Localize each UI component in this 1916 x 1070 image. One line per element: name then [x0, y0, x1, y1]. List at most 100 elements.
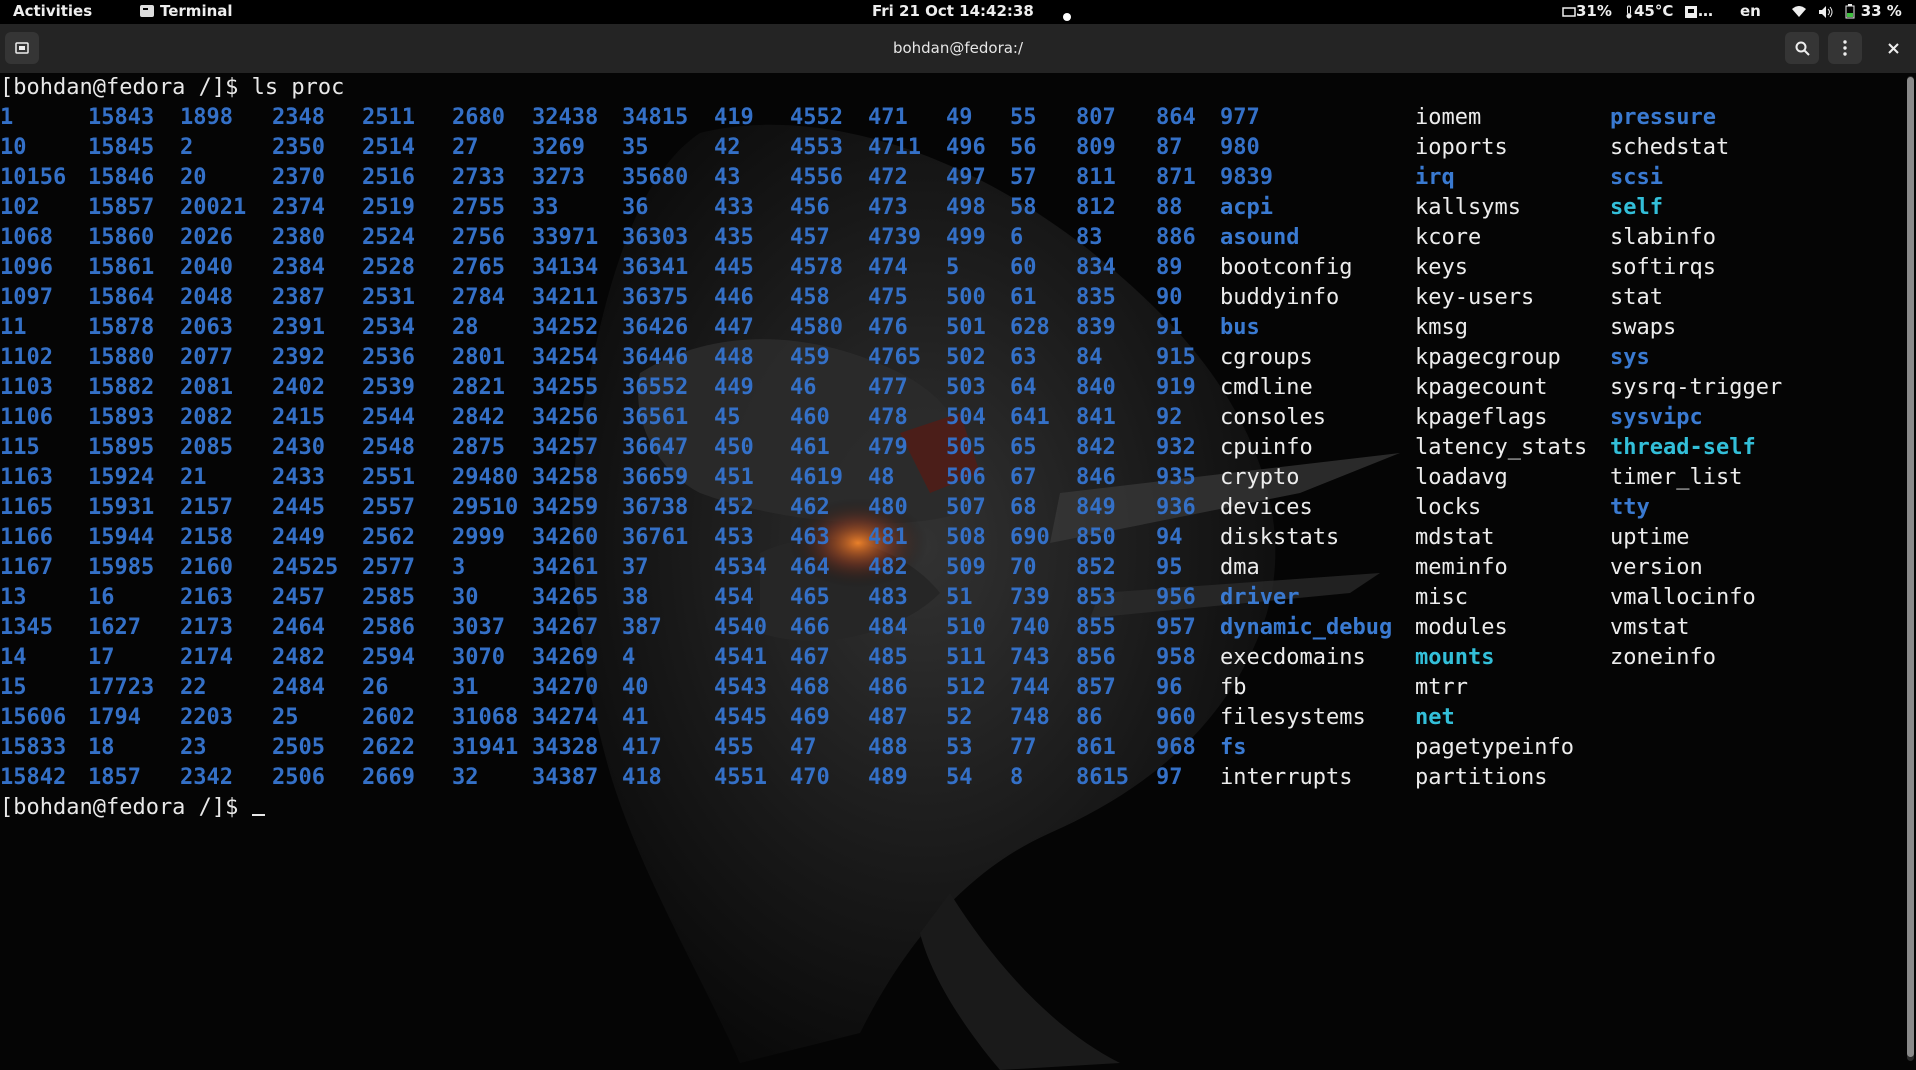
notification-dot-icon: [1063, 7, 1071, 25]
cpu-indicator[interactable]: 31%: [1562, 2, 1612, 20]
proc-entry: 15985: [88, 555, 155, 580]
prompt-line[interactable]: [bohdan@fedora /]$: [0, 793, 265, 823]
terminal-view[interactable]: [bohdan@fedora /]$ ls proc 1 10 10156 102 106…: [0, 73, 1916, 1070]
proc-entry: 456: [790, 195, 830, 220]
proc-entry: 484: [868, 615, 908, 640]
proc-entry: 419: [714, 105, 754, 130]
proc-entry: 460: [790, 405, 830, 430]
proc-entry: 501: [946, 315, 986, 340]
proc-entry: 41: [622, 705, 649, 730]
proc-entry: 35680: [622, 165, 689, 190]
proc-entry: 61: [1010, 285, 1037, 310]
proc-entry: 4578: [790, 255, 843, 280]
proc-entry: 487: [868, 705, 908, 730]
proc-entry: 864: [1156, 105, 1196, 130]
proc-entry: 458: [790, 285, 830, 310]
proc-entry: 473: [868, 195, 908, 220]
proc-entry: 34261: [532, 555, 599, 580]
menu-button[interactable]: [1828, 32, 1862, 64]
scrollbar-thumb[interactable]: [1907, 77, 1914, 1057]
proc-entry: 86: [1076, 705, 1103, 730]
proc-entry: 2999: [452, 525, 505, 550]
proc-entry: 43: [714, 165, 741, 190]
proc-entry: 936: [1156, 495, 1196, 520]
proc-entry: 470: [790, 765, 830, 790]
activities-button[interactable]: Activities: [13, 2, 92, 20]
proc-entry: 36552: [622, 375, 689, 400]
proc-entry: 4543: [714, 675, 767, 700]
proc-entry: 861: [1076, 735, 1116, 760]
proc-entry: 463: [790, 525, 830, 550]
proc-entry: 27: [452, 135, 479, 160]
proc-entry: 502: [946, 345, 986, 370]
proc-entry: key-users: [1415, 285, 1535, 310]
proc-entry: 29510: [452, 495, 519, 520]
proc-entry: 15944: [88, 525, 155, 550]
proc-entry: 36: [622, 195, 649, 220]
proc-entry: 88: [1156, 195, 1183, 220]
proc-entry: 34387: [532, 765, 599, 790]
proc-entry: 2821: [452, 375, 505, 400]
proc-entry: 935: [1156, 465, 1196, 490]
proc-entry: 2528: [362, 255, 415, 280]
proc-entry: pagetypeinfo: [1415, 735, 1574, 760]
proc-entry: 15833: [0, 735, 67, 760]
proc-entry: 488: [868, 735, 908, 760]
disk-indicator[interactable]: …: [1684, 2, 1713, 20]
proc-entry: 34270: [532, 675, 599, 700]
proc-entry: 3269: [532, 135, 585, 160]
proc-entry: 35: [622, 135, 649, 160]
proc-entry: 455: [714, 735, 754, 760]
close-button[interactable]: [1876, 32, 1910, 64]
proc-entry: 4545: [714, 705, 767, 730]
proc-entry: net: [1415, 705, 1455, 730]
proc-entry: modules: [1415, 615, 1508, 640]
proc-entry: 846: [1076, 465, 1116, 490]
proc-entry: 2081: [180, 375, 233, 400]
proc-entry: 457: [790, 225, 830, 250]
proc-entry: 2350: [272, 135, 325, 160]
proc-entry: interrupts: [1220, 765, 1353, 790]
app-menu[interactable]: Terminal: [140, 2, 233, 20]
proc-entry: 10: [0, 135, 27, 160]
proc-entry: 834: [1076, 255, 1116, 280]
proc-entry: 467: [790, 645, 830, 670]
temperature-indicator[interactable]: 45°C: [1624, 2, 1673, 20]
proc-entry: 485: [868, 645, 908, 670]
clock[interactable]: Fri 21 Oct 14:42:38: [872, 2, 1034, 20]
proc-entry: 2602: [362, 705, 415, 730]
proc-entry: 1627: [88, 615, 141, 640]
proc-entry: stat: [1610, 285, 1663, 310]
proc-entry: 102: [0, 195, 40, 220]
proc-entry: 1165: [0, 495, 53, 520]
search-button[interactable]: [1785, 32, 1819, 64]
proc-entry: 2387: [272, 285, 325, 310]
proc-entry: 2531: [362, 285, 415, 310]
proc-entry: 855: [1076, 615, 1116, 640]
proc-entry: 2203: [180, 705, 233, 730]
proc-entry: 2433: [272, 465, 325, 490]
proc-entry: 84: [1076, 345, 1103, 370]
proc-entry: cpuinfo: [1220, 435, 1313, 460]
proc-entry: 489: [868, 765, 908, 790]
proc-entry: 2586: [362, 615, 415, 640]
system-menu[interactable]: 33 %: [1791, 2, 1902, 20]
keyboard-layout[interactable]: en: [1740, 2, 1761, 20]
proc-entry: 34252: [532, 315, 599, 340]
proc-entry: vmstat: [1610, 615, 1690, 640]
proc-entry: 641: [1010, 405, 1050, 430]
proc-entry: 464: [790, 555, 830, 580]
proc-entry: 4556: [790, 165, 843, 190]
proc-entry: 26: [362, 675, 389, 700]
proc-entry: 34134: [532, 255, 599, 280]
proc-entry: 28: [452, 315, 479, 340]
proc-entry: 37: [622, 555, 649, 580]
proc-entry: 849: [1076, 495, 1116, 520]
proc-entry: 2875: [452, 435, 505, 460]
proc-entry: 3: [452, 555, 466, 580]
proc-entry: 34269: [532, 645, 599, 670]
proc-entry: 2577: [362, 555, 415, 580]
proc-entry: 2557: [362, 495, 415, 520]
proc-entry: 507: [946, 495, 986, 520]
proc-entry: 2173: [180, 615, 233, 640]
